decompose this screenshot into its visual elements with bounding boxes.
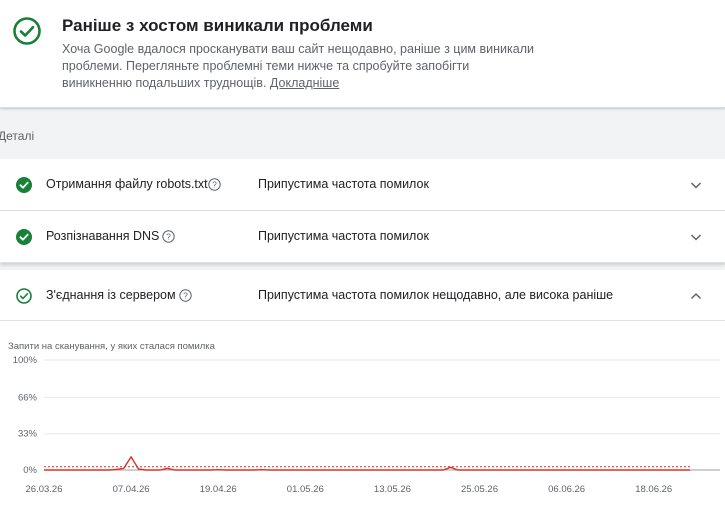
x-tick-label: 26.03.26 — [26, 484, 63, 495]
host-status-banner: Раніше з хостом виникали проблеми Хоча G… — [0, 0, 725, 108]
row-title: З'єднання із сервером — [46, 288, 176, 302]
x-tick-label: 19.04.26 — [200, 484, 237, 495]
row-title: Отримання файлу robots.txt — [46, 177, 208, 191]
server-errors-chart: Запити на сканування, у яких сталася пом… — [8, 341, 720, 495]
svg-text:?: ? — [166, 231, 171, 241]
y-tick-label: 66% — [18, 392, 38, 403]
x-tick-label: 18.06.26 — [635, 484, 672, 495]
chevron-up-icon[interactable] — [689, 289, 703, 303]
y-tick-label: 33% — [18, 429, 38, 440]
x-tick-label: 01.05.26 — [287, 484, 324, 495]
row-robots-txt[interactable]: Отримання файлу robots.txt ? Припустима … — [0, 159, 725, 211]
check-circle-filled-icon — [16, 229, 32, 245]
row-dns-resolution[interactable]: Розпізнавання DNS ? Припустима частота п… — [0, 211, 725, 263]
svg-text:?: ? — [212, 179, 217, 189]
chevron-down-icon[interactable] — [689, 230, 703, 244]
x-tick-label: 25.05.26 — [461, 484, 498, 495]
help-icon[interactable]: ? — [208, 178, 221, 191]
row-status: Припустима частота помилок — [258, 229, 429, 243]
row-title: Розпізнавання DNS — [46, 229, 160, 243]
svg-text:?: ? — [183, 290, 188, 300]
server-errors-chart-panel: Запити на сканування, у яких сталася пом… — [0, 321, 725, 512]
check-circle-outline-icon — [16, 288, 32, 304]
row-status: Припустима частота помилок — [258, 177, 429, 191]
chevron-down-icon[interactable] — [689, 178, 703, 192]
y-tick-label: 0% — [23, 465, 37, 476]
help-icon[interactable]: ? — [162, 230, 175, 243]
check-circle-filled-icon — [16, 177, 32, 193]
row-status: Припустима частота помилок нещодавно, ал… — [258, 288, 614, 302]
details-section-label: Деталі — [0, 129, 35, 143]
error-rate-series-line — [44, 456, 690, 471]
x-tick-label: 13.05.26 — [374, 484, 411, 495]
y-tick-label: 100% — [13, 355, 38, 366]
banner-description: Хоча Google вдалося просканувати ваш сай… — [62, 41, 542, 92]
row-server-connectivity[interactable]: З'єднання із сервером ? Припустима часто… — [0, 270, 725, 321]
help-icon[interactable]: ? — [179, 289, 192, 302]
x-tick-label: 07.04.26 — [113, 484, 150, 495]
check-circle-icon — [13, 17, 41, 45]
chart-y-axis-label: Запити на сканування, у яких сталася пом… — [8, 341, 216, 352]
learn-more-link[interactable]: Докладніше — [270, 76, 339, 90]
banner-title: Раніше з хостом виникали проблеми — [62, 16, 373, 35]
x-tick-label: 06.06.26 — [548, 484, 585, 495]
